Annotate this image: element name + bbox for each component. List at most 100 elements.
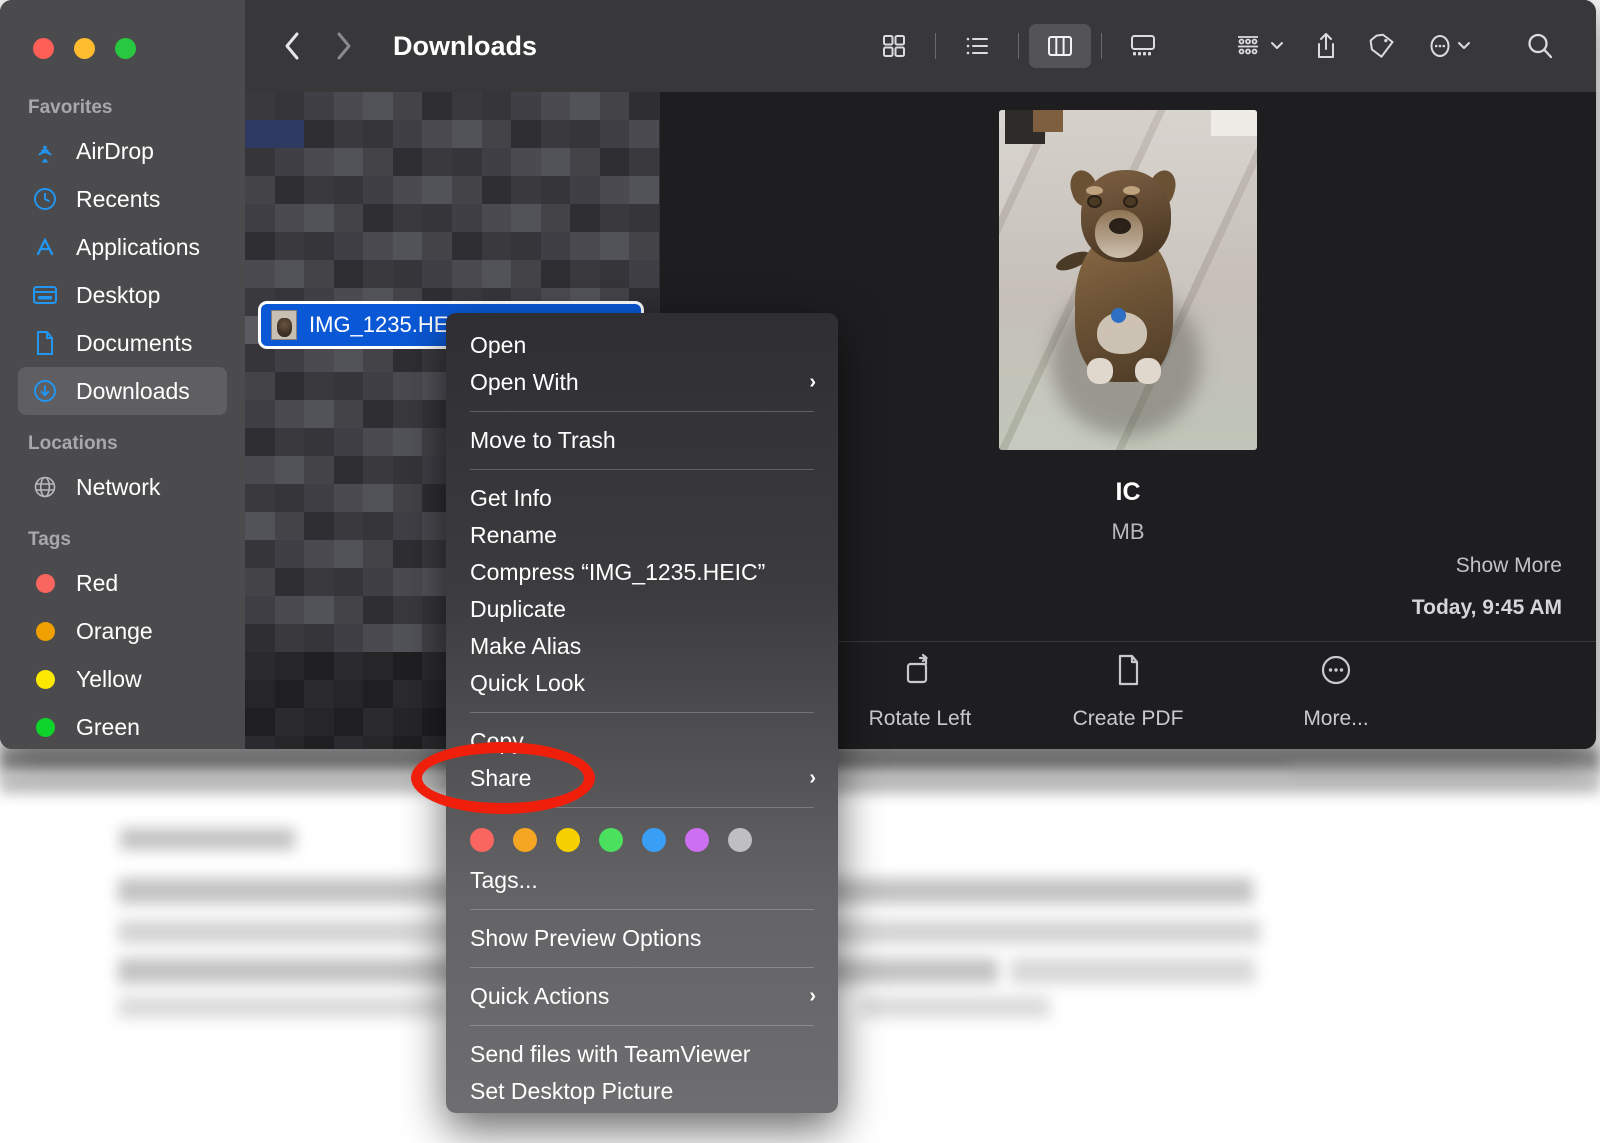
zoom-button[interactable]: [115, 38, 136, 59]
pixel-block: [392, 344, 423, 372]
pixel-block: [392, 736, 423, 749]
menu-item-quick-look[interactable]: Quick Look: [446, 665, 838, 702]
pixel-block: [540, 232, 571, 260]
create-pdf-icon: [1111, 652, 1145, 693]
pixel-block: [599, 232, 630, 260]
sidebar-item-label: Documents: [76, 329, 193, 356]
dog-photo: [1053, 162, 1193, 390]
tag-color-swatch-0[interactable]: [470, 828, 494, 852]
minimize-button[interactable]: [74, 38, 95, 59]
menu-item-label: Quick Look: [470, 670, 586, 696]
sidebar-item-tag-red[interactable]: Red: [18, 559, 227, 607]
grid-view-icon[interactable]: [863, 24, 925, 68]
sidebar-item-desktop[interactable]: Desktop: [18, 271, 227, 319]
pixel-block: [245, 708, 275, 736]
sidebar: Favorites AirDrop Recents Applications D…: [0, 0, 245, 749]
menu-item-rename[interactable]: Rename: [446, 517, 838, 554]
pixel-block: [333, 176, 364, 204]
pixel-block: [245, 92, 275, 120]
tag-color-swatch-4[interactable]: [642, 828, 666, 852]
column-view-icon[interactable]: [1029, 24, 1091, 68]
pixel-block: [333, 708, 364, 736]
pixel-block: [274, 204, 305, 232]
pixel-block: [392, 372, 423, 400]
sidebar-item-recents[interactable]: Recents: [18, 175, 227, 223]
gallery-view-icon[interactable]: [1112, 24, 1174, 68]
menu-item-open-with[interactable]: Open With ›: [446, 364, 838, 401]
pixel-block: [363, 680, 393, 708]
tag-color-swatch-6[interactable]: [728, 828, 752, 852]
pixel-block: [274, 176, 305, 204]
create-pdf-button[interactable]: Create PDF: [1058, 652, 1198, 731]
pixel-block: [599, 176, 630, 204]
menu-item-duplicate[interactable]: Duplicate: [446, 591, 838, 628]
pixel-block: [392, 512, 423, 540]
sidebar-item-tag-yellow[interactable]: Yellow: [18, 655, 227, 703]
preview-date: Today, 9:45 AM: [1411, 596, 1562, 619]
sidebar-item-applications[interactable]: Applications: [18, 223, 227, 271]
pixel-block: [333, 120, 364, 148]
menu-separator: [470, 411, 814, 412]
sidebar-item-tag-orange[interactable]: Orange: [18, 607, 227, 655]
sidebar-item-documents[interactable]: Documents: [18, 319, 227, 367]
pixel-block: [304, 652, 334, 680]
pixel-block: [629, 260, 659, 288]
pixel-block: [481, 260, 512, 288]
menu-item-get-info[interactable]: Get Info: [446, 480, 838, 517]
pixel-block: [304, 512, 334, 540]
sidebar-item-network[interactable]: Network: [18, 463, 227, 511]
forward-button[interactable]: [327, 29, 361, 63]
pixel-block: [392, 260, 423, 288]
view-mode-segmented-control: [863, 24, 1174, 68]
tag-dot-icon: [28, 616, 62, 646]
more-quick-actions-button[interactable]: More...: [1266, 652, 1406, 731]
pixel-block: [422, 92, 452, 120]
pixel-block: [363, 148, 393, 176]
pixel-block: [511, 120, 541, 148]
tag-icon[interactable]: [1354, 22, 1410, 70]
show-more-link[interactable]: Show More: [1456, 554, 1562, 578]
pixel-block: [274, 708, 305, 736]
pixel-block: [481, 176, 512, 204]
sidebar-item-tag-green[interactable]: Green: [18, 703, 227, 749]
submenu-chevron-icon: ›: [809, 371, 816, 393]
menu-item-open[interactable]: Open: [446, 327, 838, 364]
menu-item-show-preview-options[interactable]: Show Preview Options: [446, 920, 838, 957]
menu-item-make-alias[interactable]: Make Alias: [446, 628, 838, 665]
share-icon[interactable]: [1298, 22, 1354, 70]
image-preview[interactable]: [999, 110, 1257, 450]
pixel-block: [333, 624, 364, 652]
sidebar-item-label: Applications: [76, 233, 201, 260]
tag-color-swatch-5[interactable]: [685, 828, 709, 852]
pixel-block: [245, 540, 275, 568]
menu-item-quick-actions[interactable]: Quick Actions ›: [446, 978, 838, 1015]
tag-color-swatch-2[interactable]: [556, 828, 580, 852]
pixel-block: [333, 344, 364, 372]
menu-item-send-files-with-teamviewer[interactable]: Send files with TeamViewer: [446, 1036, 838, 1073]
close-button[interactable]: [33, 38, 54, 59]
applications-icon: [28, 232, 62, 262]
menu-item-move-to-trash[interactable]: Move to Trash: [446, 422, 838, 459]
pixel-block: [333, 428, 364, 456]
pixel-block: [304, 736, 334, 749]
pixel-block: [245, 456, 275, 484]
search-icon[interactable]: [1512, 22, 1568, 70]
tag-color-swatch-3[interactable]: [599, 828, 623, 852]
pixel-block: [392, 484, 423, 512]
pixel-block: [363, 512, 393, 540]
menu-item-set-desktop-picture[interactable]: Set Desktop Picture: [446, 1073, 838, 1110]
list-view-icon[interactable]: [946, 24, 1008, 68]
menu-item-tags[interactable]: Tags...: [446, 862, 838, 899]
pixel-block: [392, 400, 423, 428]
sidebar-item-downloads[interactable]: Downloads: [18, 367, 227, 415]
group-by-button[interactable]: [1220, 22, 1298, 70]
pixel-block: [274, 232, 305, 260]
tag-color-swatch-1[interactable]: [513, 828, 537, 852]
rotate-left-button[interactable]: Rotate Left: [850, 652, 990, 731]
pixel-block: [304, 92, 334, 120]
pixel-block: [245, 652, 275, 680]
more-actions-button[interactable]: [1410, 22, 1488, 70]
menu-item-compress-img-1235-heic[interactable]: Compress “IMG_1235.HEIC”: [446, 554, 838, 591]
back-button[interactable]: [275, 29, 309, 63]
sidebar-item-airdrop[interactable]: AirDrop: [18, 127, 227, 175]
